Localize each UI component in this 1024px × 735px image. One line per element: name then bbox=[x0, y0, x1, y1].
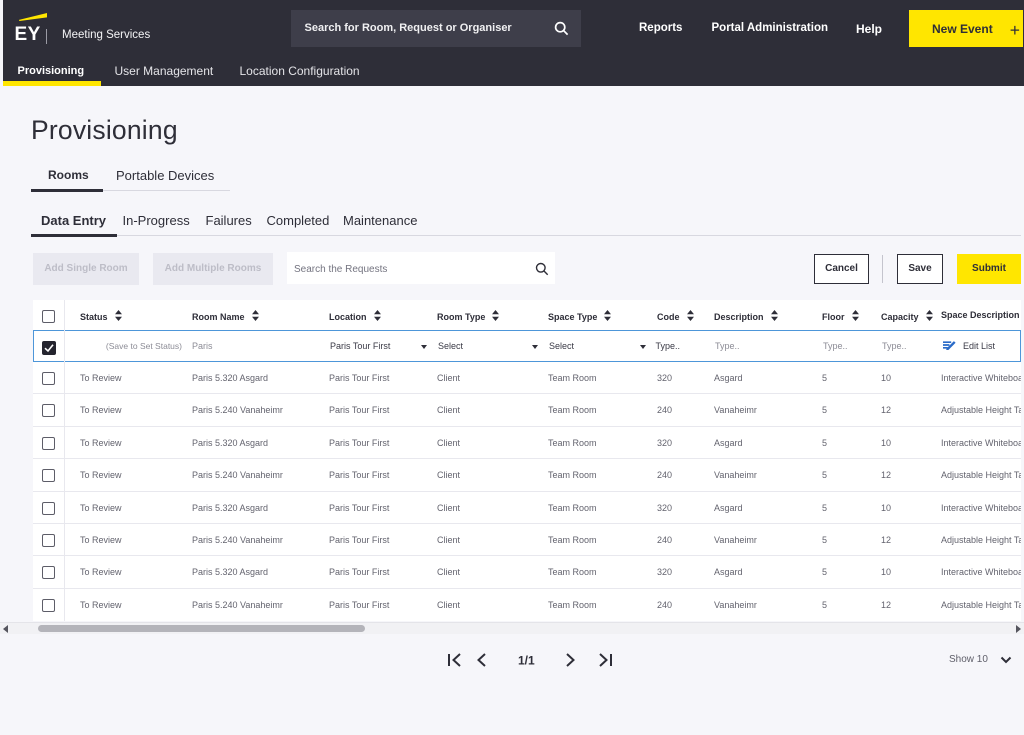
svg-text:1/1: 1/1 bbox=[518, 654, 535, 668]
